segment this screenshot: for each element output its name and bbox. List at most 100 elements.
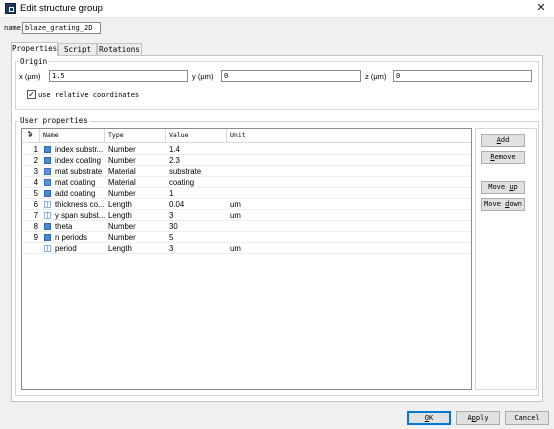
- name-input[interactable]: blaze_grating_2D: [22, 22, 101, 34]
- number-icon: [44, 190, 51, 197]
- relative-coordinates-label: use relative coordinates: [38, 91, 140, 99]
- length-icon: |: [44, 245, 51, 252]
- table-row[interactable]: 5 add coating Number 1: [22, 188, 471, 199]
- row-number: 7: [33, 211, 38, 220]
- row-number: 3: [33, 167, 38, 176]
- row-number: 6: [33, 200, 38, 209]
- property-value: 30: [169, 222, 178, 231]
- property-value: 3: [169, 244, 174, 253]
- origin-group: [15, 61, 539, 110]
- x-label: x (μm): [19, 72, 41, 81]
- tab-script[interactable]: Script: [58, 43, 97, 55]
- table-row[interactable]: 6 | thickness co... Length 0.04 um: [22, 199, 471, 210]
- property-type: Number: [108, 145, 136, 154]
- property-type: Length: [108, 244, 132, 253]
- sort-icon: ▲: [28, 129, 31, 134]
- property-type: Number: [108, 233, 136, 242]
- property-value: 2.3: [169, 156, 180, 165]
- z-input[interactable]: 0: [393, 70, 532, 82]
- material-icon: [44, 179, 51, 186]
- property-value: 0.04: [169, 200, 185, 209]
- property-type: Material: [108, 178, 136, 187]
- length-icon: |: [44, 212, 51, 219]
- app-icon: [5, 3, 16, 14]
- property-name: mat coating: [55, 178, 96, 187]
- property-type: Number: [108, 222, 136, 231]
- x-input[interactable]: 1.5: [49, 70, 188, 82]
- property-name: mat substrate: [55, 167, 103, 176]
- table-row[interactable]: 3 mat substrate Material substrate: [22, 166, 471, 177]
- origin-group-title: Origin: [18, 57, 50, 66]
- column-header-num[interactable]: ▲ #: [22, 129, 40, 143]
- side-button-panel: [475, 128, 537, 390]
- property-unit: [228, 155, 288, 166]
- property-type: Number: [108, 156, 136, 165]
- table-row[interactable]: 1 index substr... Number 1.4: [22, 144, 471, 155]
- property-name: y span subst...: [55, 211, 105, 220]
- table-header: ▲ # Name Type Value Unit: [22, 129, 471, 143]
- row-number: 4: [33, 178, 38, 187]
- table-row[interactable]: 7 | y span subst... Length 3 um: [22, 210, 471, 221]
- apply-button[interactable]: Apply: [456, 411, 500, 425]
- column-header-type[interactable]: Type: [105, 129, 166, 143]
- column-header-unit[interactable]: Unit: [227, 129, 471, 143]
- property-type: Number: [108, 189, 136, 198]
- row-number: 1: [33, 145, 38, 154]
- property-unit: [228, 166, 288, 177]
- row-number: 2: [33, 156, 38, 165]
- row-number: 9: [33, 233, 38, 242]
- properties-table[interactable]: ▲ # Name Type Value Unit 1 index substr..…: [21, 128, 472, 390]
- number-icon: [44, 157, 51, 164]
- property-value: 1: [169, 189, 174, 198]
- property-value: 3: [169, 211, 174, 220]
- ok-button[interactable]: OK: [407, 411, 451, 425]
- number-icon: [44, 234, 51, 241]
- column-header-name[interactable]: Name: [40, 129, 105, 143]
- table-row[interactable]: 8 theta Number 30: [22, 221, 471, 232]
- remove-button[interactable]: Remove: [481, 151, 525, 164]
- property-value: 1.4: [169, 145, 180, 154]
- property-type: Length: [108, 200, 132, 209]
- z-label: z (μm): [365, 72, 387, 81]
- property-unit: [228, 221, 288, 232]
- property-value: 5: [169, 233, 174, 242]
- property-unit: um: [230, 200, 241, 209]
- property-name: theta: [55, 222, 73, 231]
- property-unit: [228, 188, 288, 199]
- y-label: y (μm): [192, 72, 214, 81]
- property-type: Length: [108, 211, 132, 220]
- column-header-value[interactable]: Value: [166, 129, 227, 143]
- property-name: thickness co...: [55, 200, 105, 209]
- relative-coordinates-checkbox[interactable]: ✓: [27, 90, 36, 99]
- title-bar: Edit structure group ✕: [0, 0, 554, 18]
- table-row[interactable]: 2 index coating Number 2.3: [22, 155, 471, 166]
- row-number: 8: [33, 222, 38, 231]
- number-icon: [44, 223, 51, 230]
- name-label: name: [4, 24, 21, 32]
- property-name: period: [55, 244, 77, 253]
- property-name: n periods: [55, 233, 88, 242]
- length-icon: |: [44, 201, 51, 208]
- property-type: Material: [108, 167, 136, 176]
- property-unit: [228, 177, 288, 188]
- property-name: index coating: [55, 156, 101, 165]
- property-name: add coating: [55, 189, 96, 198]
- table-row[interactable]: 4 mat coating Material coating: [22, 177, 471, 188]
- add-button[interactable]: Add: [481, 134, 525, 147]
- property-unit: um: [230, 211, 241, 220]
- move-up-button[interactable]: Move up: [481, 181, 525, 194]
- property-value: coating: [169, 178, 195, 187]
- property-unit: um: [230, 244, 241, 253]
- close-icon[interactable]: ✕: [534, 1, 548, 15]
- table-row[interactable]: | period Length 3 um: [22, 243, 471, 254]
- number-icon: [44, 146, 51, 153]
- material-icon: [44, 168, 51, 175]
- move-down-button[interactable]: Move down: [481, 198, 525, 211]
- tab-rotations[interactable]: Rotations: [97, 43, 142, 55]
- property-unit: [228, 232, 288, 243]
- table-row[interactable]: 9 n periods Number 5: [22, 232, 471, 243]
- property-name: index substr...: [55, 145, 104, 154]
- cancel-button[interactable]: Cancel: [505, 411, 549, 425]
- y-input[interactable]: 0: [221, 70, 361, 82]
- tab-properties[interactable]: Properties: [11, 42, 58, 56]
